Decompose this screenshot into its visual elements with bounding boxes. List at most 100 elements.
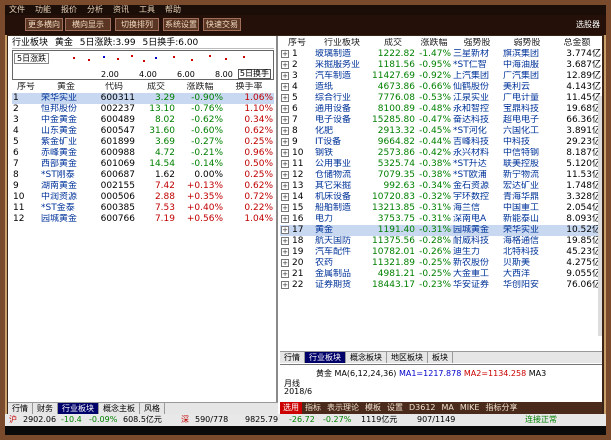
menu-item-function[interactable]: 功能 — [35, 5, 51, 15]
horizontal-display-button[interactable]: 横向显示 — [65, 18, 111, 31]
col-header[interactable]: 弱势股 — [502, 38, 552, 49]
expand-icon[interactable]: + — [281, 215, 289, 223]
sector-row[interactable]: +19 汽车配件 10782.01 -0.26% 迪生力 北特科技 45.23亿 — [280, 247, 602, 258]
btm-ma[interactable]: MA — [439, 402, 457, 414]
stock-row[interactable]: 2 恒邦股份 002237 13.10 -0.76% 1.10% — [12, 104, 274, 115]
stock-row[interactable]: 8 *ST刚泰 600687 1.62 0.00% 0.25% — [12, 170, 274, 181]
btm-template[interactable]: 模板 — [362, 402, 384, 414]
stock-row[interactable]: 9 湖南黄金 002155 7.42 +0.13% 0.62% — [12, 181, 274, 192]
tab-concept[interactable]: 概念主板 — [99, 403, 140, 414]
expand-icon[interactable]: + — [281, 281, 289, 289]
sector-row[interactable]: +10 钢铁 2573.86 -0.42% 永兴材料 中信特钢 8.187亿 — [280, 148, 602, 159]
expand-icon[interactable]: + — [281, 259, 289, 267]
expand-icon[interactable]: + — [281, 171, 289, 179]
sector-row[interactable]: +13 其它采掘 992.63 -0.34% 金石资源 宏达矿业 1.748亿 — [280, 181, 602, 192]
menu-item-news[interactable]: 资讯 — [113, 5, 129, 15]
scatter-mini-chart[interactable]: 5日涨跌 2.00 4.00 6.00 8.00 5日换手 — [12, 50, 274, 80]
sector-row[interactable]: +18 航天国防 11375.56 -0.28% 耐威科技 海格通信 19.85亿 — [280, 236, 602, 247]
tab-industry[interactable]: 行业板块 — [58, 403, 99, 414]
tab-region-sector[interactable]: 地区板块 — [387, 352, 428, 363]
col-header[interactable]: 序号 — [12, 82, 40, 93]
stock-row[interactable]: 4 山东黄金 600547 31.60 -0.60% 0.62% — [12, 126, 274, 137]
sector-row[interactable]: +11 公用事业 5325.74 -0.38% *ST升达 联美控股 5.120亿 — [280, 159, 602, 170]
sector-row[interactable]: +12 仓储物流 7079.35 -0.38% *ST欧浦 新宁物流 11.53亿 — [280, 170, 602, 181]
stock-row[interactable]: 6 赤峰黄金 600988 4.72 -0.21% 0.96% — [12, 148, 274, 159]
expand-icon[interactable]: + — [281, 248, 289, 256]
col-header[interactable]: 序号 — [280, 38, 314, 49]
sector-row[interactable]: +17 黄金 1191.40 -0.31% 园城黄金 荣华实业 10.52亿 — [280, 225, 602, 236]
col-header[interactable]: 涨跌幅 — [416, 38, 452, 49]
stock-row[interactable]: 11 *ST金泰 600385 7.53 +0.40% 0.22% — [12, 203, 274, 214]
expand-icon[interactable]: + — [281, 116, 289, 124]
sector-row[interactable]: +6 通用设备 8100.89 -0.48% 永和智控 宝鼎科技 19.68亿 — [280, 104, 602, 115]
col-header[interactable]: 成交 — [136, 82, 176, 93]
sector-row[interactable]: +15 船舶制造 13213.85 -0.31% 海兰信 中国重工 2.054亿 — [280, 203, 602, 214]
btm-mike[interactable]: MIKE — [457, 402, 483, 414]
col-header[interactable]: 总金额 — [552, 38, 602, 49]
btm-theory[interactable]: 表示理论 — [324, 402, 362, 414]
btm-d3612[interactable]: D3612 — [406, 402, 439, 414]
sector-row[interactable]: +4 造纸 4673.86 -0.66% 仙鹤股份 美利云 4.143亿 — [280, 82, 602, 93]
stock-row[interactable]: 3 中金黄金 600489 8.02 -0.62% 0.34% — [12, 115, 274, 126]
expand-icon[interactable]: + — [281, 149, 289, 157]
tab-quote[interactable]: 行情 — [8, 403, 33, 414]
tab-finance[interactable]: 财务 — [33, 403, 58, 414]
expand-icon[interactable]: + — [281, 237, 289, 245]
expand-icon[interactable]: + — [281, 226, 289, 234]
expand-icon[interactable]: + — [281, 193, 289, 201]
stock-row[interactable]: 5 紫金矿业 601899 3.69 -0.27% 0.25% — [12, 137, 274, 148]
expand-icon[interactable]: + — [281, 94, 289, 102]
more-horizontal-button[interactable]: 更多横向 — [25, 18, 63, 31]
expand-icon[interactable]: + — [281, 105, 289, 113]
expand-icon[interactable]: + — [281, 204, 289, 212]
tab-style[interactable]: 风格 — [140, 403, 165, 414]
expand-icon[interactable]: + — [281, 127, 289, 135]
menu-item-quote[interactable]: 报价 — [61, 5, 77, 15]
expand-icon[interactable]: + — [281, 182, 289, 190]
menu-item-tools[interactable]: 工具 — [139, 5, 155, 15]
tab-industry-sector[interactable]: 行业板块 — [305, 352, 346, 363]
col-header[interactable]: 强势股 — [452, 38, 502, 49]
btm-settings[interactable]: 设置 — [384, 402, 406, 414]
sector-row[interactable]: +1 玻璃制造 1222.82 -1.47% 三星新材 旗滨集团 3.774亿 — [280, 49, 602, 60]
system-settings-button[interactable]: 系统设置 — [163, 18, 199, 31]
sector-row[interactable]: +2 采掘服务业 1181.56 -0.95% *ST仁智 中海油服 3.687亿 — [280, 60, 602, 71]
col-header[interactable]: 黄金 — [40, 82, 92, 93]
expand-icon[interactable]: + — [281, 160, 289, 168]
sector-row[interactable]: +7 电子设备 15285.80 -0.47% 奋达科技 超电电子 66.36亿 — [280, 115, 602, 126]
vertical-scrollbar[interactable] — [598, 96, 602, 336]
col-header[interactable]: 成交 — [370, 38, 416, 49]
stock-row[interactable]: 7 西部黄金 601069 14.54 -0.14% 0.50% — [12, 159, 274, 170]
switch-layout-button[interactable]: 切换排列 — [115, 18, 159, 31]
expand-icon[interactable]: + — [281, 270, 289, 278]
btm-select[interactable]: 选用 — [280, 402, 302, 414]
stock-row[interactable]: 10 中润资源 000506 2.88 +0.35% 0.72% — [12, 192, 274, 203]
sector-row[interactable]: +14 机床设备 10720.83 -0.32% 宇环数控 青海华鼎 3.328亿 — [280, 192, 602, 203]
sector-row[interactable]: +3 汽车制造 11427.69 -0.92% 上汽集团 广汽集团 12.89亿 — [280, 71, 602, 82]
tab-sector[interactable]: 板块 — [428, 352, 453, 363]
col-header[interactable]: 行业板块 — [314, 38, 370, 49]
stock-picker-label[interactable]: 选股器 — [576, 19, 600, 30]
expand-icon[interactable]: + — [281, 83, 289, 91]
stock-row[interactable]: 12 园城黄金 600766 7.19 +0.56% 1.04% — [12, 214, 274, 225]
expand-icon[interactable]: + — [281, 50, 289, 58]
sector-row[interactable]: +5 综合行业 7776.08 -0.53% 江泉实业 广电计量 11.45亿 — [280, 93, 602, 104]
expand-icon[interactable]: + — [281, 138, 289, 146]
col-header[interactable]: 涨跌幅 — [176, 82, 224, 93]
sector-row[interactable]: +9 IT设备 9664.82 -0.44% 吉峰科技 中科技 29.23亿 — [280, 137, 602, 148]
sector-row[interactable]: +16 电力 3753.75 -0.31% 深南电A 新能泰山 8.093亿 — [280, 214, 602, 225]
col-header[interactable]: 换手率 — [224, 82, 274, 93]
menu-item-help[interactable]: 帮助 — [165, 5, 181, 15]
kline-chart-area[interactable]: 黄金 MA(6,12,24,36) MA1=1217.878 MA2=1134.… — [280, 364, 602, 414]
expand-icon[interactable]: + — [281, 61, 289, 69]
col-header[interactable]: 代码 — [92, 82, 136, 93]
menu-item-file[interactable]: 文件 — [9, 5, 25, 15]
stock-row[interactable]: 1 荣华实业 600311 3.29 -0.90% 1.06% — [12, 93, 274, 104]
expand-icon[interactable]: + — [281, 72, 289, 80]
sector-row[interactable]: +21 金属制品 4981.21 -0.25% 大金重工 大西洋 9.055亿 — [280, 269, 602, 280]
quick-trade-button[interactable]: 快速交易 — [203, 18, 241, 31]
tab-concept-sector[interactable]: 概念板块 — [346, 352, 387, 363]
menu-item-analysis[interactable]: 分析 — [87, 5, 103, 15]
sector-row[interactable]: +22 证券期货 18443.17 -0.23% 华安证券 华创阳安 76.06亿 — [280, 280, 602, 291]
btm-indicator[interactable]: 指标 — [302, 402, 324, 414]
